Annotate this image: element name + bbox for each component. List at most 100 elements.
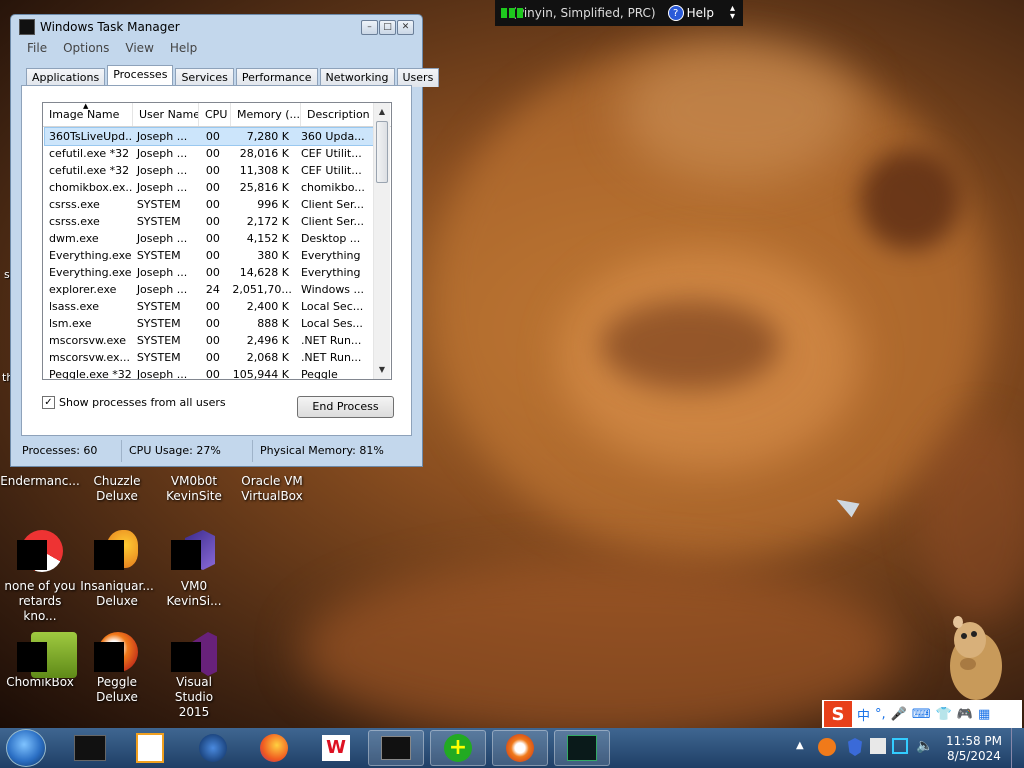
keyboard-icon[interactable]: ⌨ xyxy=(912,707,931,722)
tray-flag-icon[interactable] xyxy=(870,738,886,754)
table-row[interactable]: lsass.exe SYSTEM 00 2,400 K Local Sec... xyxy=(45,298,375,315)
start-button[interactable] xyxy=(6,729,46,767)
tray-network-icon[interactable] xyxy=(892,738,908,754)
help-button[interactable]: ? Help xyxy=(667,5,714,21)
taskbar-clock[interactable]: 11:58 PM 8/5/2024 xyxy=(944,734,1004,764)
vertical-scrollbar[interactable]: ▲ ▼ xyxy=(373,103,390,379)
process-description: CEF Utilit... xyxy=(300,147,362,160)
desktop-icon-visual-studio[interactable]: Visual Studio 2015 xyxy=(154,632,234,720)
table-row[interactable]: 360TsLiveUpd... Joseph ... 00 7,280 K 360 Up… xyxy=(44,127,376,146)
desktop-icon-vm0[interactable]: VM0 KevinSi... xyxy=(154,530,234,609)
game-controller-icon[interactable]: 🎮 xyxy=(957,707,973,722)
table-row[interactable]: Everything.exe SYSTEM 00 380 K Everything xyxy=(45,247,375,264)
show-all-processes-checkbox[interactable]: ✓ Show processes from all users xyxy=(42,396,226,409)
desktop-icon-vm0b0t[interactable]: VM0b0t KevinSite xyxy=(154,474,234,504)
ime-punctuation-icon[interactable]: °, xyxy=(875,707,886,722)
taskbar-monitor-app[interactable] xyxy=(554,730,610,766)
chrome-icon xyxy=(17,530,63,576)
desktop-icon-endermanch[interactable]: Endermanc... xyxy=(0,474,80,489)
desktop-icon-peggle[interactable]: Peggle Deluxe xyxy=(77,632,157,705)
column-image-name[interactable]: Image Name ▲ xyxy=(43,103,133,126)
scroll-up-icon[interactable]: ▲ xyxy=(374,105,390,119)
taskbar-plus-app[interactable]: + xyxy=(430,730,486,766)
task-manager-icon xyxy=(19,19,35,35)
taskbar-firefox[interactable] xyxy=(246,730,302,766)
tray-app-icon[interactable] xyxy=(818,738,836,756)
scroll-down-icon[interactable]: ▼ xyxy=(374,363,390,377)
table-row[interactable]: csrss.exe SYSTEM 00 996 K Client Ser... xyxy=(45,196,375,213)
table-row[interactable]: explorer.exe Joseph ... 24 2,051,70... Windo… xyxy=(45,281,375,298)
menu-view[interactable]: View xyxy=(125,41,153,59)
taskbar-task-manager[interactable] xyxy=(368,730,424,766)
menu-file[interactable]: File xyxy=(27,41,47,59)
process-memory: 105,944 K xyxy=(232,368,289,380)
tray-expand-icon[interactable]: ▲ xyxy=(796,740,804,751)
toolbox-grid-icon[interactable]: ▦ xyxy=(978,707,990,722)
plus-app-icon: + xyxy=(444,734,472,762)
table-row[interactable]: lsm.exe SYSTEM 00 888 K Local Ses... xyxy=(45,315,375,332)
show-desktop-button[interactable] xyxy=(1011,728,1024,768)
column-cpu[interactable]: CPU xyxy=(199,103,231,126)
process-cpu: 00 xyxy=(205,147,220,160)
taskbar-browser[interactable] xyxy=(185,730,241,766)
process-user-name: Joseph ... xyxy=(136,181,188,194)
desktop-icon-insaniquarium[interactable]: Insaniquar... Deluxe xyxy=(77,530,157,609)
process-image-name: dwm.exe xyxy=(49,232,99,245)
table-row[interactable]: csrss.exe SYSTEM 00 2,172 K Client Ser... xyxy=(45,213,375,230)
table-row[interactable]: Everything.exe Joseph ... 00 14,628 K Everyt… xyxy=(45,264,375,281)
process-list[interactable]: Image Name ▲ User Name CPU Memory (... De… xyxy=(42,102,392,380)
table-row[interactable]: Peggle.exe *32 Joseph ... 00 105,944 K Peggl… xyxy=(45,366,375,380)
title-bar[interactable]: Windows Task Manager xyxy=(19,19,180,35)
tab-processes[interactable]: Processes xyxy=(107,65,174,87)
process-user-name: SYSTEM xyxy=(136,198,181,211)
vm-icon xyxy=(171,530,217,576)
table-row[interactable]: cefutil.exe *32 Joseph ... 00 11,308 K CEF U… xyxy=(45,162,375,179)
taskbar-media-player[interactable] xyxy=(122,730,178,766)
column-memory[interactable]: Memory (... xyxy=(231,103,301,126)
ime-mode-chinese[interactable]: 中 xyxy=(857,705,870,724)
process-image-name: csrss.exe xyxy=(49,215,100,228)
menu-bar: File Options View Help xyxy=(15,41,418,59)
desktop-icon-chomikbox[interactable]: ChomikBox xyxy=(0,632,80,690)
end-process-button[interactable]: End Process xyxy=(297,396,394,418)
column-user-name[interactable]: User Name xyxy=(133,103,199,126)
scroll-thumb[interactable] xyxy=(376,121,388,183)
table-row[interactable]: cefutil.exe *32 Joseph ... 00 28,016 K CEF U… xyxy=(45,145,375,162)
minimize-button[interactable]: – xyxy=(361,20,378,35)
maximize-button[interactable]: □ xyxy=(379,20,396,35)
skin-shirt-icon[interactable]: 👕 xyxy=(936,707,952,722)
process-image-name: Everything.exe xyxy=(49,266,132,279)
desktop-icon-label: Chuzzle Deluxe xyxy=(93,474,141,503)
table-row[interactable]: dwm.exe Joseph ... 00 4,152 K Desktop ... xyxy=(45,230,375,247)
process-image-name: Everything.exe xyxy=(49,249,132,262)
checkbox-check-icon[interactable]: ✓ xyxy=(42,396,55,409)
desktop-icon-chrome-shortcut[interactable]: none of you retards kno... xyxy=(0,530,80,624)
desktop-icon-virtualbox[interactable]: Oracle VM VirtualBox xyxy=(232,474,312,504)
insaniquarium-icon xyxy=(94,530,140,576)
table-row[interactable]: mscorsvw.ex... SYSTEM 00 2,068 K .NET Run... xyxy=(45,349,375,366)
process-image-name: Peggle.exe *32 xyxy=(49,368,132,380)
hamster-gadget-icon[interactable] xyxy=(944,608,1004,700)
process-cpu: 00 xyxy=(205,164,220,177)
taskbar-wps[interactable]: W xyxy=(308,730,364,766)
task-manager-icon xyxy=(381,736,411,760)
menu-help[interactable]: Help xyxy=(170,41,197,59)
process-image-name: explorer.exe xyxy=(49,283,117,296)
sogou-logo-icon[interactable]: S xyxy=(824,701,852,727)
tray-shield-icon[interactable] xyxy=(848,738,862,756)
show-all-label: Show processes from all users xyxy=(59,396,226,409)
process-cpu: 00 xyxy=(205,351,220,364)
column-description[interactable]: Description xyxy=(301,103,381,126)
process-image-name: mscorsvw.exe xyxy=(49,334,126,347)
table-row[interactable]: chomikbox.ex... Joseph ... 00 25,816 K chomi… xyxy=(45,179,375,196)
desktop-icon-chuzzle[interactable]: Chuzzle Deluxe xyxy=(77,474,157,504)
microphone-icon[interactable]: 🎤 xyxy=(891,707,907,722)
table-row[interactable]: mscorsvw.exe SYSTEM 00 2,496 K .NET Run... xyxy=(45,332,375,349)
menu-options[interactable]: Options xyxy=(63,41,109,59)
taskbar-peggle[interactable] xyxy=(492,730,548,766)
close-button[interactable]: ✕ xyxy=(397,20,414,35)
status-bar: Processes: 60 CPU Usage: 27% Physical Me… xyxy=(15,440,418,462)
taskbar-terminal[interactable] xyxy=(62,730,118,766)
tray-volume-icon[interactable]: 🔈 xyxy=(916,738,933,754)
options-arrow-icon[interactable]: ▴ ▾ xyxy=(730,4,735,22)
